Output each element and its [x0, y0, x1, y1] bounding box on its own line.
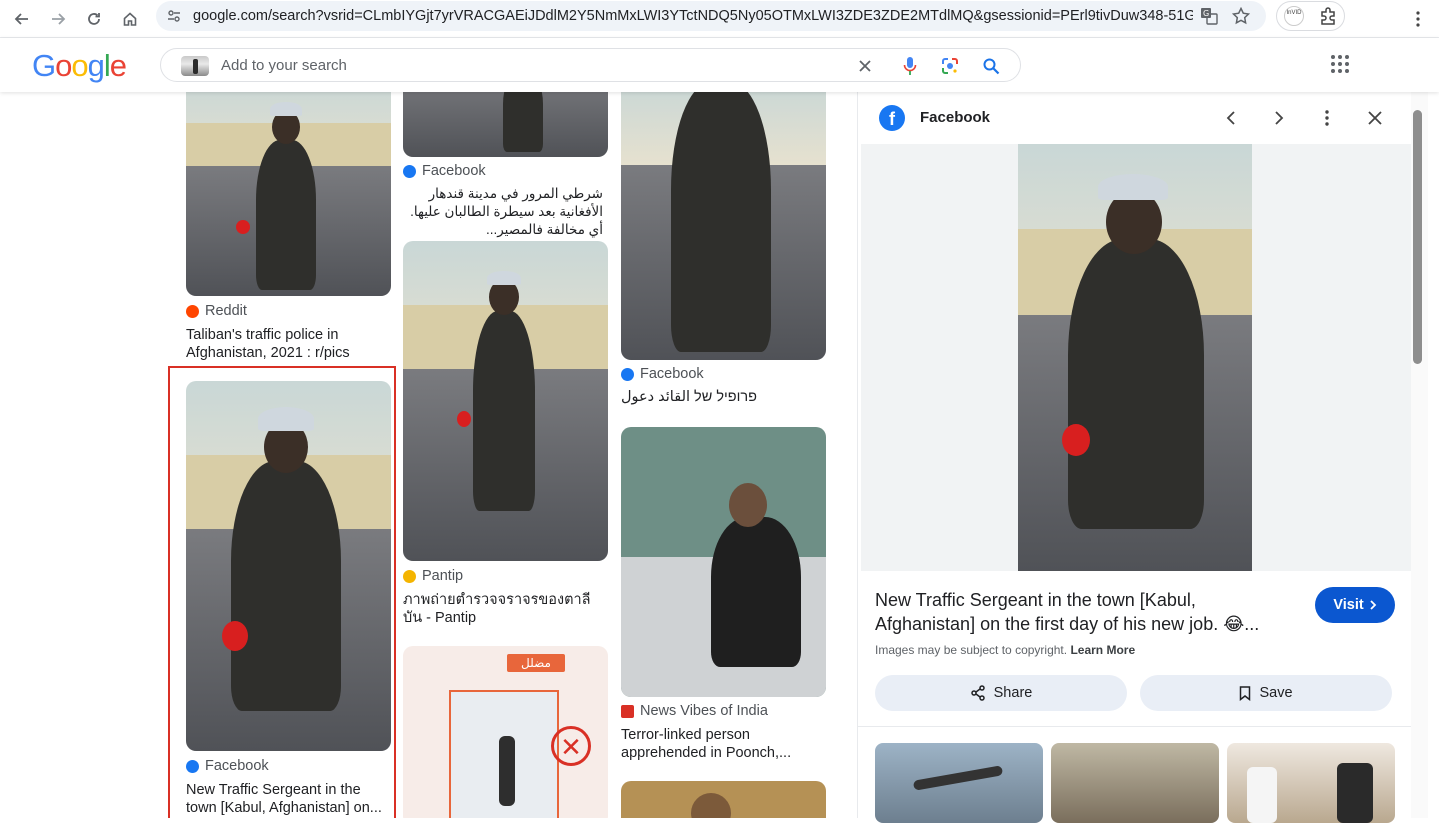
image-detail-panel: f Facebook New Traffic Sergeant in the t… — [857, 92, 1412, 823]
result-source[interactable]: Pantip — [403, 568, 463, 584]
voice-search-icon[interactable] — [898, 54, 922, 78]
result-title[interactable]: New Traffic Sergeant in the town [Kabul,… — [186, 781, 391, 817]
related-image[interactable] — [1051, 743, 1219, 823]
related-image[interactable] — [1227, 743, 1395, 823]
result-source[interactable]: Facebook — [621, 366, 704, 382]
lens-search-icon[interactable] — [938, 54, 962, 78]
learn-more-link[interactable]: Learn More — [1070, 643, 1135, 657]
more-options-icon[interactable] — [1315, 106, 1339, 130]
scrollbar-thumb[interactable] — [1413, 110, 1422, 364]
facebook-icon — [186, 759, 199, 773]
back-icon[interactable] — [7, 4, 37, 34]
facebook-icon: f — [879, 105, 905, 131]
search-icon[interactable] — [979, 54, 1003, 78]
misleading-badge: مضلل — [507, 654, 565, 672]
search-image-thumbnail[interactable] — [181, 56, 209, 76]
result-image[interactable]: مضلل ✕ — [403, 646, 608, 818]
clear-icon[interactable] — [853, 54, 877, 78]
reddit-icon — [186, 304, 199, 318]
svg-text:G: G — [1203, 9, 1209, 18]
result-source[interactable]: Facebook — [186, 758, 269, 774]
facebook-icon — [403, 164, 416, 178]
share-button[interactable]: Share — [875, 675, 1127, 711]
result-image[interactable] — [403, 241, 608, 561]
result-source[interactable]: Facebook — [403, 163, 486, 179]
result-image[interactable] — [621, 781, 826, 818]
visual-matches-grid: Reddit Taliban's traffic police in Afgha… — [0, 92, 850, 818]
bookmark-star-icon[interactable] — [1231, 6, 1251, 30]
result-image[interactable] — [621, 427, 826, 697]
bookmark-icon — [1240, 685, 1251, 701]
extensions-area: InVID — [1276, 1, 1345, 31]
browser-menu-icon[interactable] — [1403, 4, 1433, 34]
facebook-icon — [621, 367, 634, 381]
google-logo[interactable]: Google — [32, 48, 127, 84]
panel-preview-image[interactable] — [1018, 144, 1252, 571]
visit-button[interactable]: Visit — [1315, 587, 1395, 623]
result-source[interactable]: News Vibes of India — [621, 703, 768, 719]
close-icon[interactable] — [1363, 106, 1387, 130]
google-apps-icon[interactable] — [1330, 54, 1352, 76]
google-header: Google Add to your search — [0, 38, 1439, 92]
divider — [858, 726, 1412, 727]
chevron-right-icon — [1370, 600, 1376, 610]
panel-title[interactable]: New Traffic Sergeant in the town [Kabul,… — [875, 588, 1295, 636]
news-vibes-icon — [621, 704, 634, 718]
extensions-puzzle-icon[interactable] — [1319, 7, 1337, 30]
result-title[interactable]: شرطي المرور في مدينة قندهار الأفغانية بع… — [403, 185, 603, 239]
translate-icon[interactable]: G — [1200, 7, 1218, 30]
reload-icon[interactable] — [79, 4, 109, 34]
result-source[interactable]: Reddit — [186, 303, 247, 319]
result-image-selected[interactable] — [186, 381, 391, 751]
panel-source[interactable]: Facebook — [920, 109, 990, 126]
home-icon[interactable] — [115, 4, 145, 34]
result-title[interactable]: Taliban's traffic police in Afghanistan,… — [186, 326, 386, 362]
result-image[interactable] — [621, 92, 826, 360]
result-image[interactable] — [403, 92, 608, 157]
save-button[interactable]: Save — [1140, 675, 1392, 711]
address-bar[interactable]: google.com/search?vsrid=CLmbIYGjt7yrVRAC… — [156, 1, 1266, 31]
search-input[interactable]: Add to your search — [221, 57, 347, 74]
url-text[interactable]: google.com/search?vsrid=CLmbIYGjt7yrVRAC… — [193, 8, 1193, 24]
browser-toolbar: google.com/search?vsrid=CLmbIYGjt7yrVRAC… — [0, 0, 1439, 38]
result-title[interactable]: ภาพถ่ายตำรวจจราจรของตาลีบัน - Pantip — [403, 591, 608, 627]
forward-icon[interactable] — [43, 4, 73, 34]
result-title[interactable]: פרופיל של القائد دعول — [621, 388, 821, 406]
previous-icon[interactable] — [1219, 106, 1243, 130]
next-icon[interactable] — [1267, 106, 1291, 130]
invid-extension-icon[interactable]: InVID — [1284, 6, 1304, 26]
panel-header: f Facebook — [858, 92, 1412, 144]
site-info-icon[interactable] — [166, 8, 182, 29]
related-image[interactable] — [875, 743, 1043, 823]
copyright-notice: Images may be subject to copyright. Lear… — [875, 643, 1136, 657]
search-box[interactable]: Add to your search — [160, 48, 1021, 82]
result-title[interactable]: Terror-linked person apprehended in Poon… — [621, 726, 826, 762]
result-image[interactable] — [186, 92, 391, 296]
share-icon — [970, 685, 985, 701]
panel-preview-area — [861, 144, 1411, 571]
pantip-icon — [403, 569, 416, 583]
scrollbar[interactable] — [1411, 92, 1428, 818]
cross-icon: ✕ — [551, 726, 591, 766]
